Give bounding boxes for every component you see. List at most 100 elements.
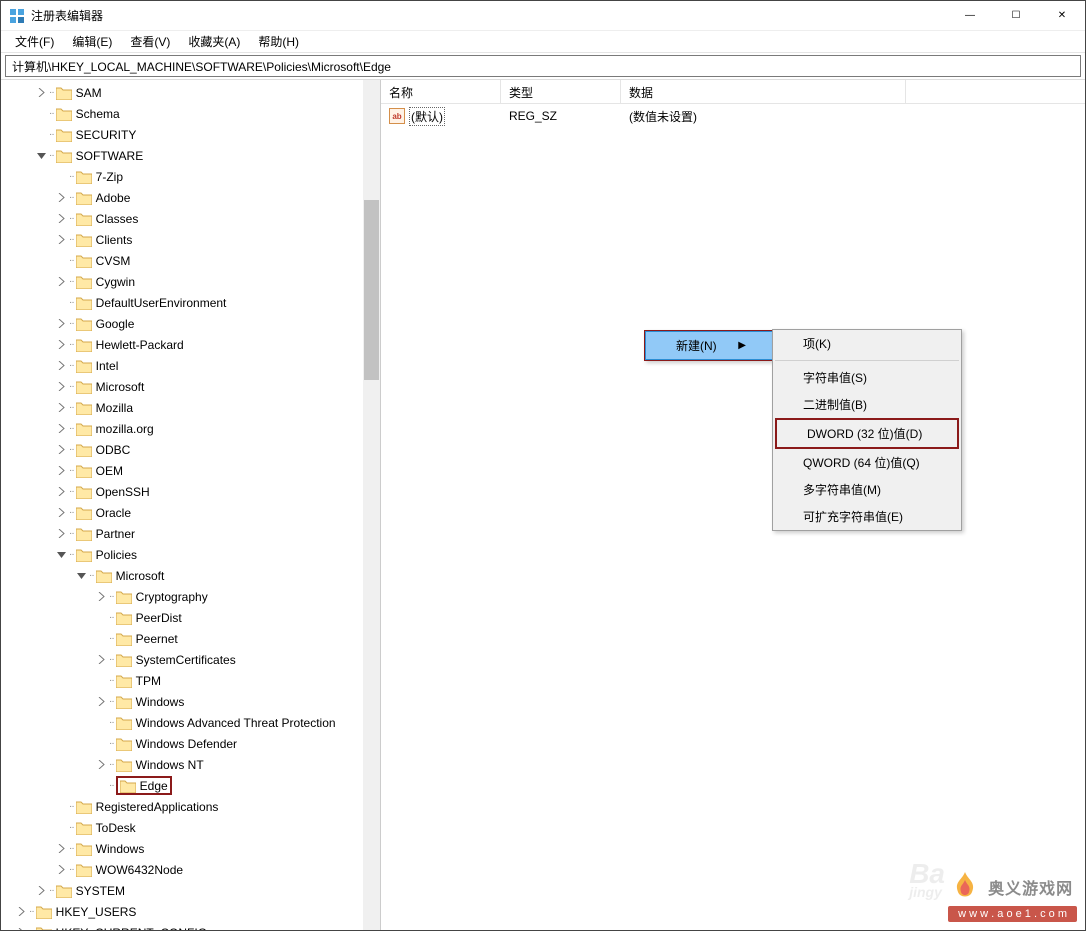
folder-icon (116, 611, 132, 625)
scrollbar-thumb[interactable] (364, 200, 379, 380)
main-area: ··SAM ··Schema ··SECURITY ··SOFTWARE ··7… (1, 79, 1085, 930)
folder-icon (76, 443, 92, 457)
tree-node-policies-ms[interactable]: ··Microsoft (3, 565, 380, 586)
tree-pane[interactable]: ··SAM ··Schema ··SECURITY ··SOFTWARE ··7… (1, 80, 381, 930)
col-name[interactable]: 名称 (381, 80, 501, 103)
tree-scrollbar[interactable] (363, 80, 380, 930)
ctx-string[interactable]: 字符串值(S) (773, 364, 961, 391)
tree-node-policies[interactable]: ··Policies (3, 544, 380, 565)
folder-icon (116, 653, 132, 667)
minimize-button[interactable]: — (947, 1, 993, 30)
tree-node-oem[interactable]: ··OEM (3, 460, 380, 481)
tree-node-7zip[interactable]: ··7-Zip (3, 166, 380, 187)
folder-icon (116, 674, 132, 688)
close-button[interactable]: ✕ (1039, 1, 1085, 30)
tree-node-schema[interactable]: ··Schema (3, 103, 380, 124)
tree-node-todesk[interactable]: ··ToDesk (3, 817, 380, 838)
maximize-button[interactable]: ☐ (993, 1, 1039, 30)
flame-icon (948, 870, 982, 904)
tree-node-clients[interactable]: ··Clients (3, 229, 380, 250)
tree-node-wow64[interactable]: ··WOW6432Node (3, 859, 380, 880)
tree-node-defender[interactable]: ··Windows Defender (3, 733, 380, 754)
tree-node-odbc[interactable]: ··ODBC (3, 439, 380, 460)
tree-node-openssh[interactable]: ··OpenSSH (3, 481, 380, 502)
tree-node-cvsm[interactable]: ··CVSM (3, 250, 380, 271)
ctx-new[interactable]: 新建(N)▶ (645, 331, 773, 360)
edge-highlight: Edge (116, 776, 172, 795)
tree-node-peerdist[interactable]: ··PeerDist (3, 607, 380, 628)
tree-node-windows[interactable]: ··Windows (3, 691, 380, 712)
address-bar[interactable]: 计算机\HKEY_LOCAL_MACHINE\SOFTWARE\Policies… (5, 55, 1081, 77)
tree-node-hp[interactable]: ··Hewlett-Packard (3, 334, 380, 355)
menu-file[interactable]: 文件(F) (7, 31, 62, 52)
tree-node-security[interactable]: ··SECURITY (3, 124, 380, 145)
menu-edit[interactable]: 编辑(E) (64, 31, 120, 52)
col-type[interactable]: 类型 (501, 80, 621, 103)
tree-node-google[interactable]: ··Google (3, 313, 380, 334)
tree-node-tpm[interactable]: ··TPM (3, 670, 380, 691)
tree-node-crypto[interactable]: ··Cryptography (3, 586, 380, 607)
folder-icon (56, 107, 72, 121)
menu-view[interactable]: 查看(V) (122, 31, 178, 52)
tree-node-due[interactable]: ··DefaultUserEnvironment (3, 292, 380, 313)
string-value-icon: ab (389, 108, 405, 124)
folder-icon (76, 233, 92, 247)
folder-icon (76, 800, 92, 814)
tree-node-edge[interactable]: ··Edge (3, 775, 380, 796)
menu-favorites[interactable]: 收藏夹(A) (180, 31, 248, 52)
folder-icon (76, 338, 92, 352)
tree-node-mozillaorg[interactable]: ··mozilla.org (3, 418, 380, 439)
folder-icon (76, 842, 92, 856)
folder-icon (96, 569, 112, 583)
tree-node-regapps[interactable]: ··RegisteredApplications (3, 796, 380, 817)
ctx-qword[interactable]: QWORD (64 位)值(Q) (773, 449, 961, 476)
folder-icon (76, 464, 92, 478)
ctx-key[interactable]: 项(K) (773, 330, 961, 357)
window-title: 注册表编辑器 (31, 7, 947, 24)
tree-node-software[interactable]: ··SOFTWARE (3, 145, 380, 166)
titlebar: 注册表编辑器 — ☐ ✕ (1, 1, 1085, 31)
tree-node-system[interactable]: ··SYSTEM (3, 880, 380, 901)
value-list-pane[interactable]: 名称 类型 数据 ab(默认) REG_SZ (数值未设置) 新建(N)▶ 项(… (381, 80, 1085, 930)
tree-node-intel[interactable]: ··Intel (3, 355, 380, 376)
tree-node-oracle[interactable]: ··Oracle (3, 502, 380, 523)
tree-node-watp[interactable]: ··Windows Advanced Threat Protection (3, 712, 380, 733)
value-type: REG_SZ (501, 109, 621, 123)
tree-node-hku[interactable]: ··HKEY_USERS (3, 901, 380, 922)
tree-node-classes[interactable]: ··Classes (3, 208, 380, 229)
folder-icon (116, 758, 132, 772)
tree-node-winnt[interactable]: ··Windows NT (3, 754, 380, 775)
ctx-multi[interactable]: 多字符串值(M) (773, 476, 961, 503)
submenu-arrow-icon: ▶ (738, 340, 746, 351)
folder-icon (116, 716, 132, 730)
tree-node-hkcc[interactable]: ··HKEY_CURRENT_CONFIG (3, 922, 380, 930)
list-header: 名称 类型 数据 (381, 80, 1085, 104)
window-controls: — ☐ ✕ (947, 1, 1085, 30)
regedit-window: 注册表编辑器 — ☐ ✕ 文件(F) 编辑(E) 查看(V) 收藏夹(A) 帮助… (0, 0, 1086, 931)
tree-node-windows2[interactable]: ··Windows (3, 838, 380, 859)
folder-icon (76, 254, 92, 268)
ctx-binary[interactable]: 二进制值(B) (773, 391, 961, 418)
baidu-watermark: Bajingy (909, 858, 945, 900)
folder-icon (76, 506, 92, 520)
ctx-dword[interactable]: DWORD (32 位)值(D) (775, 418, 959, 449)
folder-icon (76, 359, 92, 373)
ctx-expand[interactable]: 可扩充字符串值(E) (773, 503, 961, 530)
tree-node-sam[interactable]: ··SAM (3, 82, 380, 103)
tree-node-partner[interactable]: ··Partner (3, 523, 380, 544)
folder-icon (76, 212, 92, 226)
folder-icon (76, 380, 92, 394)
tree-node-peernet[interactable]: ··Peernet (3, 628, 380, 649)
tree-node-adobe[interactable]: ··Adobe (3, 187, 380, 208)
tree-node-cygwin[interactable]: ··Cygwin (3, 271, 380, 292)
tree-node-mozilla[interactable]: ··Mozilla (3, 397, 380, 418)
folder-icon (76, 422, 92, 436)
list-body[interactable]: ab(默认) REG_SZ (数值未设置) 新建(N)▶ 项(K) 字符串值(S… (381, 104, 1085, 930)
registry-tree: ··SAM ··Schema ··SECURITY ··SOFTWARE ··7… (1, 80, 380, 930)
menu-help[interactable]: 帮助(H) (250, 31, 307, 52)
tree-node-syscert[interactable]: ··SystemCertificates (3, 649, 380, 670)
tree-node-microsoft[interactable]: ··Microsoft (3, 376, 380, 397)
col-data[interactable]: 数据 (621, 80, 906, 103)
context-submenu-new: 项(K) 字符串值(S) 二进制值(B) DWORD (32 位)值(D) QW… (772, 329, 962, 531)
value-row-default[interactable]: ab(默认) REG_SZ (数值未设置) (381, 106, 1085, 126)
